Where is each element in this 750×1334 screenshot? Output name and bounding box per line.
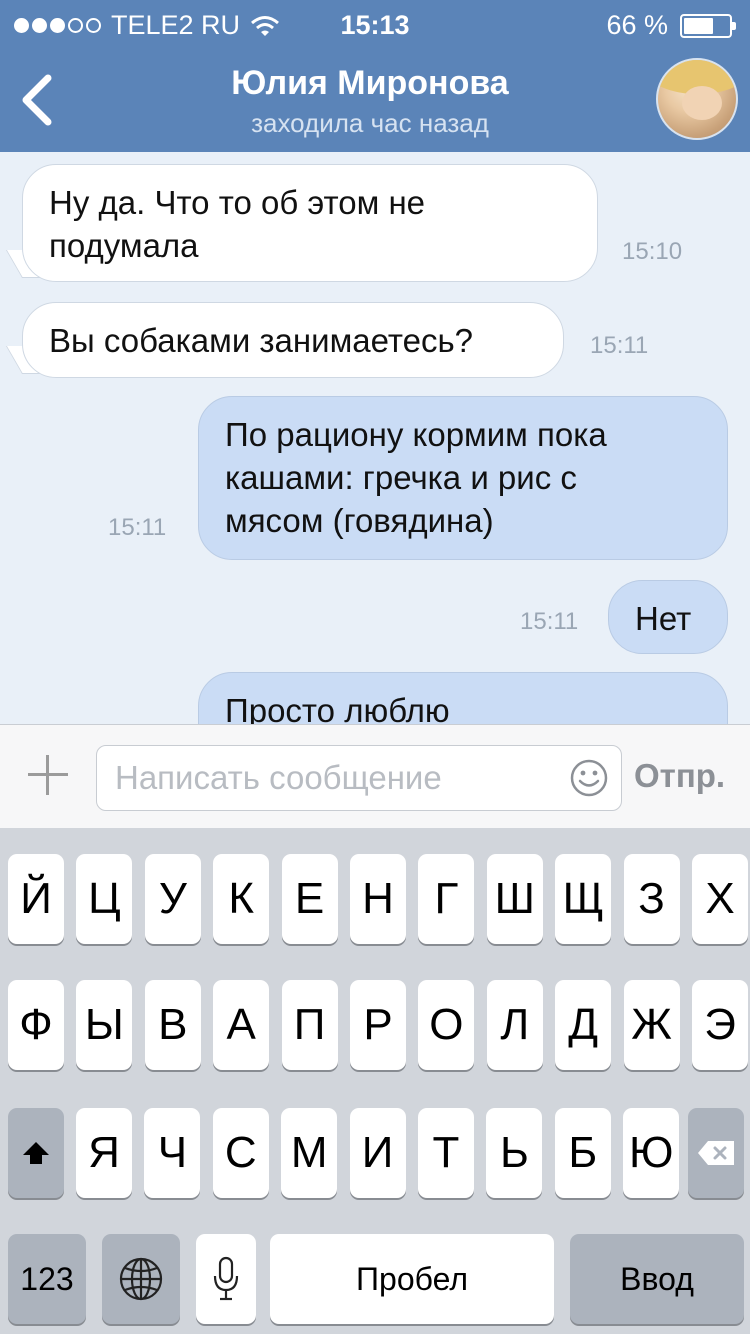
message-bubble-outgoing[interactable]: По рациону кормим пока кашами: гречка и … bbox=[198, 396, 728, 560]
key-2[interactable]: Ц bbox=[76, 854, 133, 944]
plus-icon[interactable] bbox=[26, 753, 70, 797]
key-11[interactable]: Х bbox=[692, 854, 748, 944]
key-4[interactable]: А bbox=[213, 980, 270, 1070]
nav-header: TELE2 RU 15:13 66 % Юлия Миронова заходи… bbox=[0, 0, 750, 152]
key-6[interactable]: Р bbox=[350, 980, 406, 1070]
message-text: подумала bbox=[49, 227, 199, 264]
smiley-icon[interactable] bbox=[569, 758, 609, 798]
key-2[interactable]: Ч bbox=[144, 1108, 201, 1198]
space-key[interactable]: Пробел bbox=[270, 1234, 554, 1324]
message-text: Просто люблю bbox=[225, 692, 450, 724]
keyboard: 123 Пробел Ввод ЙЦУКЕНГШЩЗХ ФЫВАПРОЛДЖЭ ЯЧ… bbox=[0, 828, 750, 1334]
last-seen-status: заходила час назад bbox=[251, 108, 489, 138]
message-time: 15:11 bbox=[520, 608, 579, 635]
key-1[interactable]: Ф bbox=[8, 980, 64, 1070]
chat-title[interactable]: Юлия Миронова bbox=[120, 64, 620, 103]
numbers-key[interactable]: 123 bbox=[8, 1234, 86, 1324]
message-text: По рациону кормим пока bbox=[225, 416, 607, 453]
composer-bar: Отпр. bbox=[0, 724, 750, 828]
key-3[interactable]: С bbox=[212, 1108, 269, 1198]
globe-key[interactable] bbox=[102, 1234, 180, 1324]
key-3[interactable]: В bbox=[144, 980, 201, 1070]
key-1[interactable]: Й bbox=[8, 854, 64, 944]
key-4[interactable]: М bbox=[281, 1108, 338, 1198]
key-2[interactable]: Ы bbox=[76, 980, 133, 1070]
message-text: Вы собаками занимаетесь? bbox=[49, 322, 474, 359]
key-9[interactable]: Щ bbox=[555, 854, 612, 944]
key-5[interactable]: И bbox=[349, 1108, 406, 1198]
microphone-key[interactable] bbox=[196, 1234, 256, 1324]
key-8[interactable]: Б bbox=[554, 1108, 611, 1198]
key-5[interactable]: П bbox=[281, 980, 338, 1070]
backspace-icon bbox=[698, 1141, 734, 1165]
message-bubble-incoming[interactable]: Вы собаками занимаетесь? bbox=[22, 302, 564, 378]
key-8[interactable]: Л bbox=[486, 980, 543, 1070]
microphone-icon bbox=[213, 1256, 239, 1301]
message-text: Нет bbox=[635, 600, 692, 637]
chevron-left-icon bbox=[22, 74, 52, 126]
key-9[interactable]: Д bbox=[555, 980, 612, 1070]
key-7[interactable]: Г bbox=[418, 854, 475, 944]
message-list[interactable]: Ну да. Что то об этом не подумала 15:10 … bbox=[0, 152, 750, 724]
message-text: кашами: гречка и рис с bbox=[225, 459, 577, 496]
message-time: 15:11 bbox=[108, 514, 167, 541]
key-5[interactable]: Е bbox=[281, 854, 338, 944]
key-9[interactable]: Ю bbox=[623, 1108, 680, 1198]
key-8[interactable]: Ш bbox=[486, 854, 543, 944]
status-bar: TELE2 RU 15:13 66 % bbox=[0, 8, 750, 44]
key-6[interactable]: Т bbox=[418, 1108, 474, 1198]
key-7[interactable]: О bbox=[418, 980, 475, 1070]
message-bubble-incoming[interactable]: Ну да. Что то об этом не подумала bbox=[22, 164, 598, 282]
delete-key[interactable] bbox=[688, 1108, 744, 1198]
message-time: 15:10 bbox=[622, 238, 683, 265]
battery-percent: 66 % bbox=[606, 10, 668, 40]
message-input-wrapper[interactable] bbox=[96, 745, 622, 811]
battery-icon bbox=[680, 13, 736, 38]
message-input[interactable] bbox=[115, 754, 555, 802]
key-10[interactable]: Ж bbox=[623, 980, 680, 1070]
shift-icon bbox=[23, 1142, 49, 1164]
key-6[interactable]: Н bbox=[350, 854, 406, 944]
key-3[interactable]: У bbox=[144, 854, 201, 944]
avatar[interactable] bbox=[656, 58, 738, 140]
return-key[interactable]: Ввод bbox=[570, 1234, 744, 1324]
key-4[interactable]: К bbox=[213, 854, 270, 944]
key-1[interactable]: Я bbox=[76, 1108, 132, 1198]
message-text: Ну да. Что то об этом не bbox=[49, 184, 426, 221]
back-button[interactable] bbox=[14, 70, 58, 130]
key-11[interactable]: Э bbox=[692, 980, 748, 1070]
message-time: 15:11 bbox=[590, 332, 649, 359]
message-bubble-outgoing[interactable]: Нет bbox=[608, 580, 728, 654]
message-text: мясом (говядина) bbox=[225, 502, 494, 539]
key-7[interactable]: Ь bbox=[486, 1108, 543, 1198]
message-bubble-outgoing[interactable]: Просто люблю bbox=[198, 672, 728, 724]
shift-key[interactable] bbox=[8, 1108, 64, 1198]
send-button[interactable]: Отпр. bbox=[634, 757, 725, 795]
key-10[interactable]: З bbox=[623, 854, 680, 944]
globe-icon bbox=[119, 1257, 163, 1301]
